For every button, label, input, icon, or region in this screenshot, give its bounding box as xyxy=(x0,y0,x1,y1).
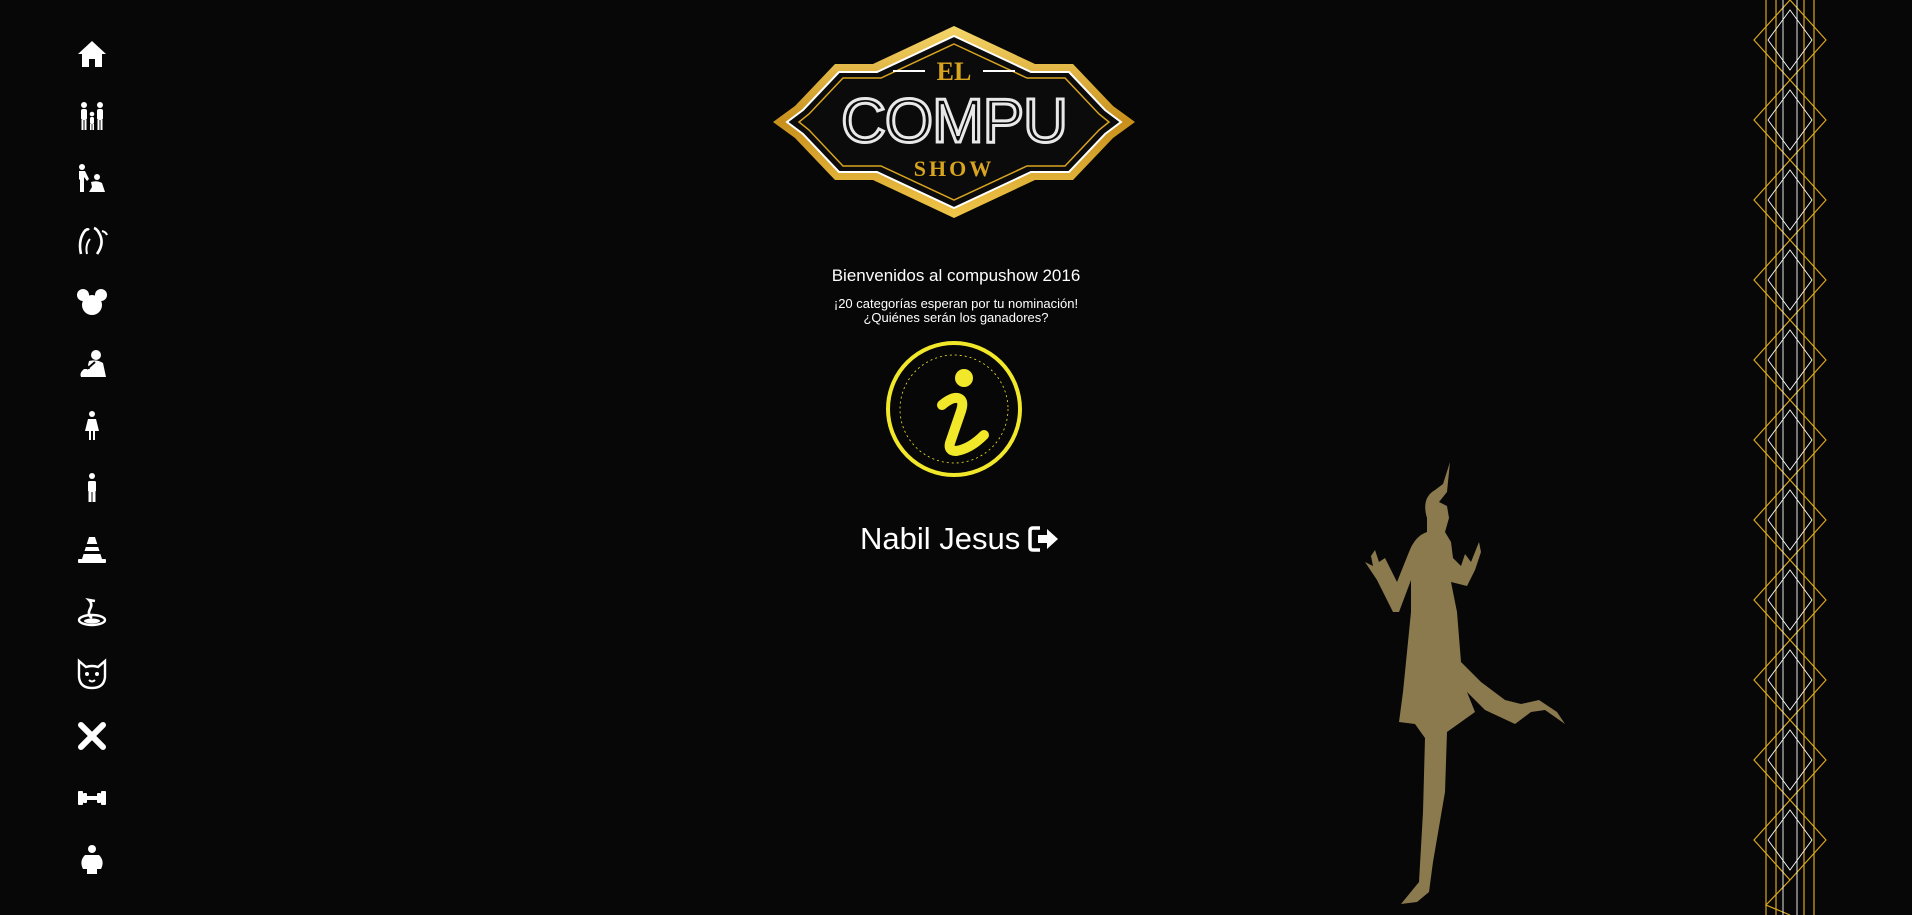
mouse-ears-icon xyxy=(77,289,107,315)
welcome-title: Bienvenidos al compushow 2016 xyxy=(831,266,1081,285)
close-x-icon xyxy=(78,722,106,750)
traffic-cone-icon xyxy=(78,537,106,563)
sidebar-nav xyxy=(70,32,114,900)
cat-face-icon xyxy=(77,658,107,690)
thinking-person-icon xyxy=(80,350,106,377)
logo-top-word: EL xyxy=(937,57,972,86)
nav-dumbbell[interactable] xyxy=(70,776,114,820)
nav-woman[interactable] xyxy=(70,404,114,448)
subtitle-line-1: ¡20 categorías esperan por tu nominación… xyxy=(833,296,1079,311)
nav-snake[interactable] xyxy=(70,590,114,634)
nav-cone[interactable] xyxy=(70,528,114,572)
user-logout-link[interactable]: Nabil Jesus xyxy=(860,521,1100,557)
nav-home[interactable] xyxy=(70,32,114,76)
nav-couple[interactable] xyxy=(70,156,114,200)
welcome-subtitle: ¡20 categorías esperan por tu nominación… xyxy=(756,297,1156,325)
logo-main-word: COMPU xyxy=(841,87,1067,156)
woman-icon xyxy=(85,411,99,440)
logo-bottom-word: SHOW xyxy=(914,156,994,181)
art-deco-border xyxy=(1753,0,1827,915)
nav-mouse[interactable] xyxy=(70,280,114,324)
home-icon xyxy=(78,41,106,67)
page: EL COMPU SHOW Bienvenidos al compushow 2… xyxy=(0,0,1912,915)
nav-man[interactable] xyxy=(70,466,114,510)
sign-out-icon[interactable] xyxy=(1028,525,1060,553)
nav-thinker[interactable] xyxy=(70,342,114,386)
couple-kneeling-icon xyxy=(79,164,105,192)
subtitle-line-2: ¿Quiénes serán los ganadores? xyxy=(863,310,1049,325)
nav-close[interactable] xyxy=(70,714,114,758)
snake-icon xyxy=(77,598,107,627)
user-name: Nabil Jesus xyxy=(860,521,1021,556)
compushow-logo: EL COMPU SHOW xyxy=(773,26,1135,218)
chubby-person-icon xyxy=(81,845,103,874)
nav-family[interactable] xyxy=(70,94,114,138)
nav-chubby[interactable] xyxy=(70,838,114,882)
nav-cat[interactable] xyxy=(70,652,114,696)
man-icon xyxy=(88,473,96,502)
nav-horns[interactable] xyxy=(70,218,114,262)
dumbbell-icon xyxy=(78,791,106,805)
flapper-dancer-silhouette xyxy=(1365,462,1565,904)
info-badge-logo xyxy=(886,341,1022,477)
family-icon xyxy=(81,102,103,130)
horns-icon xyxy=(78,226,108,255)
